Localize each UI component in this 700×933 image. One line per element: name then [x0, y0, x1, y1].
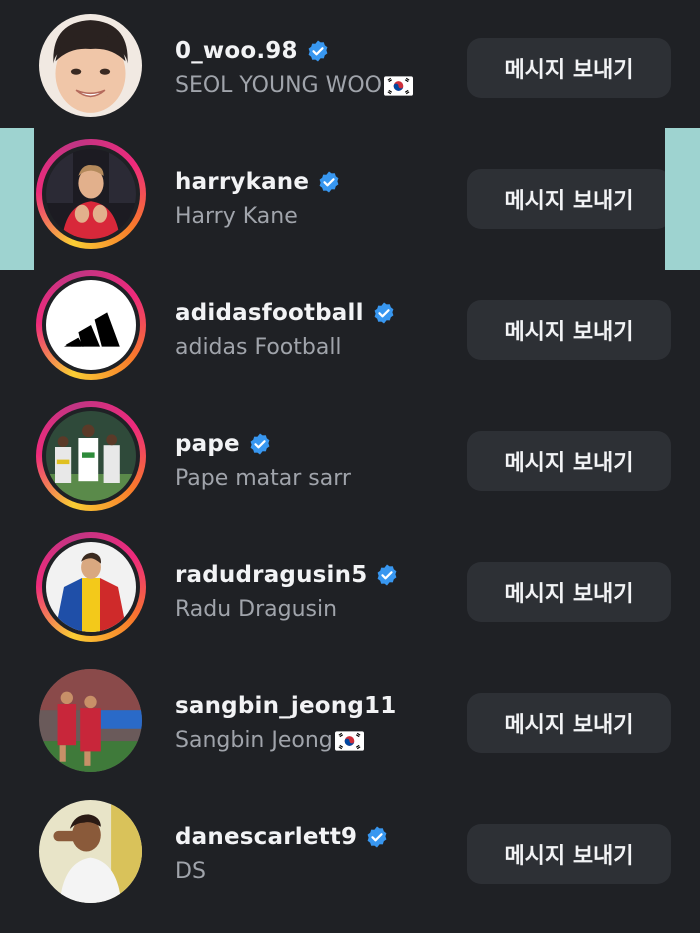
- adidas-logo-icon: [46, 280, 136, 370]
- full-name: adidas Football: [175, 335, 342, 360]
- verified-badge-icon: [372, 301, 396, 325]
- list-item[interactable]: pape Pape matar sarr 메시지 보내기: [0, 393, 700, 524]
- list-item[interactable]: 0_woo.98 SEOL YOUNG WOO 메시지 보내기: [0, 0, 700, 131]
- full-name: SEOL YOUNG WOO: [175, 73, 413, 98]
- avatar[interactable]: [36, 139, 146, 249]
- username-text: harrykane: [175, 169, 310, 195]
- list-item[interactable]: sangbin_jeong11 Sangbin Jeong 메시지 보내기: [0, 655, 700, 786]
- avatar-photo: [46, 411, 136, 501]
- username[interactable]: pape: [175, 431, 272, 457]
- avatar[interactable]: [39, 800, 142, 903]
- full-name-text: Radu Dragusin: [175, 597, 338, 622]
- korea-flag-icon: [334, 730, 364, 751]
- list-item[interactable]: adidasfootball adidas Football 메시지 보내기: [0, 262, 700, 393]
- verified-badge-icon: [306, 39, 330, 63]
- full-name: Harry Kane: [175, 204, 298, 229]
- full-name: Sangbin Jeong: [175, 728, 364, 753]
- verified-badge-icon: [248, 432, 272, 456]
- full-name-text: Harry Kane: [175, 204, 298, 229]
- username-text: 0_woo.98: [175, 38, 298, 64]
- list-item[interactable]: danescarlett9 DS 메시지 보내기: [0, 786, 700, 917]
- username[interactable]: danescarlett9: [175, 824, 389, 850]
- verified-badge-icon: [375, 563, 399, 587]
- send-message-button[interactable]: 메시지 보내기: [467, 562, 671, 622]
- full-name-text: SEOL YOUNG WOO: [175, 73, 382, 98]
- username-text: danescarlett9: [175, 824, 358, 850]
- list-item[interactable]: radudragusin5 Radu Dragusin 메시지 보내기: [0, 524, 700, 655]
- send-message-button[interactable]: 메시지 보내기: [467, 38, 671, 98]
- username[interactable]: 0_woo.98: [175, 38, 330, 64]
- username-text: sangbin_jeong11: [175, 693, 397, 719]
- full-name-text: DS: [175, 859, 206, 884]
- full-name-text: adidas Football: [175, 335, 342, 360]
- send-message-button[interactable]: 메시지 보내기: [467, 431, 671, 491]
- verified-badge-icon: [317, 170, 341, 194]
- avatar[interactable]: [36, 401, 146, 511]
- username[interactable]: adidasfootball: [175, 300, 396, 326]
- korea-flag-icon: [383, 75, 413, 96]
- full-name-text: Sangbin Jeong: [175, 728, 333, 753]
- avatar-photo: [46, 542, 136, 632]
- avatar[interactable]: [39, 669, 142, 772]
- send-message-button[interactable]: 메시지 보내기: [467, 300, 671, 360]
- send-message-button[interactable]: 메시지 보내기: [467, 824, 671, 884]
- avatar-photo: [39, 669, 142, 772]
- username[interactable]: radudragusin5: [175, 562, 399, 588]
- full-name: Pape matar sarr: [175, 466, 351, 491]
- following-list: 0_woo.98 SEOL YOUNG WOO 메시지 보내기 harrykan…: [0, 0, 700, 933]
- avatar[interactable]: [39, 14, 142, 117]
- full-name: Radu Dragusin: [175, 597, 337, 622]
- avatar[interactable]: [36, 532, 146, 642]
- avatar-photo: [39, 800, 142, 903]
- full-name-text: Pape matar sarr: [175, 466, 351, 491]
- send-message-button[interactable]: 메시지 보내기: [467, 169, 671, 229]
- list-item[interactable]: harrykane Harry Kane 메시지 보내기: [0, 131, 700, 262]
- username-text: pape: [175, 431, 240, 457]
- highlight-marker-right: [665, 128, 700, 270]
- username[interactable]: harrykane: [175, 169, 341, 195]
- avatar[interactable]: [36, 270, 146, 380]
- send-message-button[interactable]: 메시지 보내기: [467, 693, 671, 753]
- username-text: adidasfootball: [175, 300, 364, 326]
- username[interactable]: sangbin_jeong11: [175, 693, 396, 719]
- full-name: DS: [175, 859, 206, 884]
- verified-badge-icon: [365, 825, 389, 849]
- avatar-photo: [46, 149, 136, 239]
- avatar-photo: [39, 14, 142, 117]
- highlight-marker-left: [0, 128, 34, 270]
- username-text: radudragusin5: [175, 562, 368, 588]
